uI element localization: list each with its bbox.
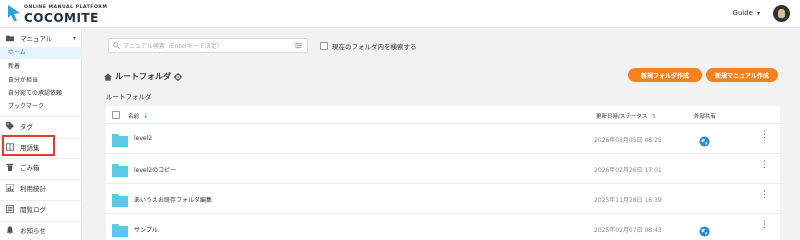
sidebar-item-label: タグ [20,123,33,131]
sidebar-divider [0,200,82,201]
chart-icon [6,184,14,192]
row-updated: 2025年11月28日 16:39 [594,197,662,204]
folder-title: ルートフォルダ [115,72,171,81]
sidebar-item-trash[interactable]: ごみ箱 [0,160,82,174]
row-updated: 2026年03月05日 08:25 [594,137,662,144]
folder-icon [112,132,128,151]
sidebar-item-stats[interactable]: 利用統計 [0,181,82,195]
sidebar-item-bookmark[interactable]: ブックマーク [0,101,82,113]
table-row[interactable]: level2 2026年03月05日 08:25 ⋮ [106,125,780,154]
scope-label: 現在のフォルダ内を検索する [332,43,417,51]
folder-icon [112,222,128,240]
folder-icon [112,162,128,181]
row-name[interactable]: あいうえお既存フォルダ編集 [134,195,212,204]
logo-brand: COCOMITE [24,11,99,25]
logo-tagline: ONLINE MANUAL PLATFORM [24,5,108,10]
table-header: 名前 ↓ 更新日時/ステータス ⇅ 外部共有 [106,106,780,124]
sidebar-item-manual[interactable]: マニュアル ▾ [0,31,82,45]
sidebar-divider [0,221,82,222]
gear-icon[interactable] [174,72,182,81]
app-header: ONLINE MANUAL PLATFORM COCOMITE Guide ▾ [0,0,800,28]
tag-icon [6,122,14,130]
sidebar-item-label: 利用統計 [20,185,46,193]
more-options-icon[interactable]: ⋮ [760,131,769,140]
sidebar-item-mine[interactable]: 自分が担当 [0,75,82,87]
row-updated: 2025年02月07日 08:43 [594,227,662,234]
table-row[interactable]: あいうえお既存フォルダ編集 2025年11月28日 16:39 ⋮ [106,185,780,214]
logo-mark-icon [8,5,20,21]
sidebar-item-label: ごみ箱 [20,164,40,172]
sidebar-item-news[interactable]: お知らせ [0,223,82,237]
globe-icon[interactable] [699,222,710,240]
sidebar-divider [0,158,82,159]
sidebar-item-approval[interactable]: 自分宛ての承認依頼 [0,88,82,100]
trash-icon [6,163,14,171]
search-icon [113,42,120,49]
filter-icon[interactable] [295,42,302,49]
table-row[interactable]: サンプル 2025年02月07日 08:43 ⋮ [106,215,780,240]
home-icon [104,72,112,81]
new-folder-button[interactable]: 新規フォルダ作成 [628,68,702,82]
chevron-down-icon: ▾ [756,9,760,17]
sidebar-item-tags[interactable]: タグ [0,119,82,133]
table-row[interactable]: level2のコピー 2026年02月26日 17:01 ⋮ [106,155,780,184]
log-icon [6,205,14,213]
logo[interactable]: ONLINE MANUAL PLATFORM COCOMITE [6,3,108,25]
sort-by-updated[interactable]: 更新日時/ステータス ⇅ [596,112,657,121]
column-header-external: 外部共有 [694,114,717,120]
row-name[interactable]: level2のコピー [134,165,176,174]
sidebar-divider [0,116,82,117]
guide-menu[interactable]: Guide ▾ [732,9,760,17]
highlight-box [2,135,55,156]
sidebar-item-label: 閲覧ログ [20,206,46,214]
row-name[interactable]: level2 [134,135,152,142]
row-name[interactable]: サンプル [134,225,158,234]
sidebar-item-history[interactable]: 閲覧ログ [0,202,82,216]
sort-by-name[interactable]: 名前 ↓ [128,112,149,120]
breadcrumb[interactable]: ルートフォルダ [106,91,152,101]
sidebar-item-new[interactable]: 新着 [0,61,82,73]
sidebar-item-label: マニュアル [20,35,53,43]
more-options-icon[interactable]: ⋮ [760,221,769,230]
avatar[interactable] [773,5,790,22]
main-content: マニュアル検索（Enterキーで決定） 現在のフォルダ内を検索する ルートフォル… [92,28,800,240]
column-header-name: 名前 [128,114,140,120]
sidebar-divider [0,179,82,180]
scope-checkbox-row[interactable]: 現在のフォルダ内を検索する [320,41,417,51]
sort-down-icon: ↓ [143,112,149,120]
column-header-updated: 更新日時/ステータス [596,114,648,120]
chevron-down-icon: ▾ [72,34,76,42]
folder-icon [6,35,14,42]
row-updated: 2026年02月26日 17:01 [594,167,662,174]
sort-toggle-icon: ⇅ [651,112,657,120]
more-options-icon[interactable]: ⋮ [760,161,769,170]
folder-icon [112,192,128,211]
sidebar: マニュアル ▾ ホーム 新着 自分が担当 自分宛ての承認依頼 ブックマーク タグ… [0,28,82,240]
search-input[interactable]: マニュアル検索（Enterキーで決定） [108,38,308,53]
page-title: ルートフォルダ [104,71,182,82]
guide-label: Guide [732,9,753,17]
sidebar-item-home[interactable]: ホーム [0,47,82,59]
more-options-icon[interactable]: ⋮ [760,191,769,200]
new-manual-button[interactable]: 新規マニュアル作成 [706,68,778,82]
sidebar-item-label: お知らせ [20,227,46,235]
search-placeholder: マニュアル検索（Enterキーで決定） [123,43,223,50]
globe-icon[interactable] [699,132,710,151]
manual-table: 名前 ↓ 更新日時/ステータス ⇅ 外部共有 level2 2026年03月05日… [106,106,780,240]
select-all-checkbox[interactable] [112,111,120,119]
scope-checkbox[interactable] [320,42,328,50]
bell-icon [6,226,14,234]
